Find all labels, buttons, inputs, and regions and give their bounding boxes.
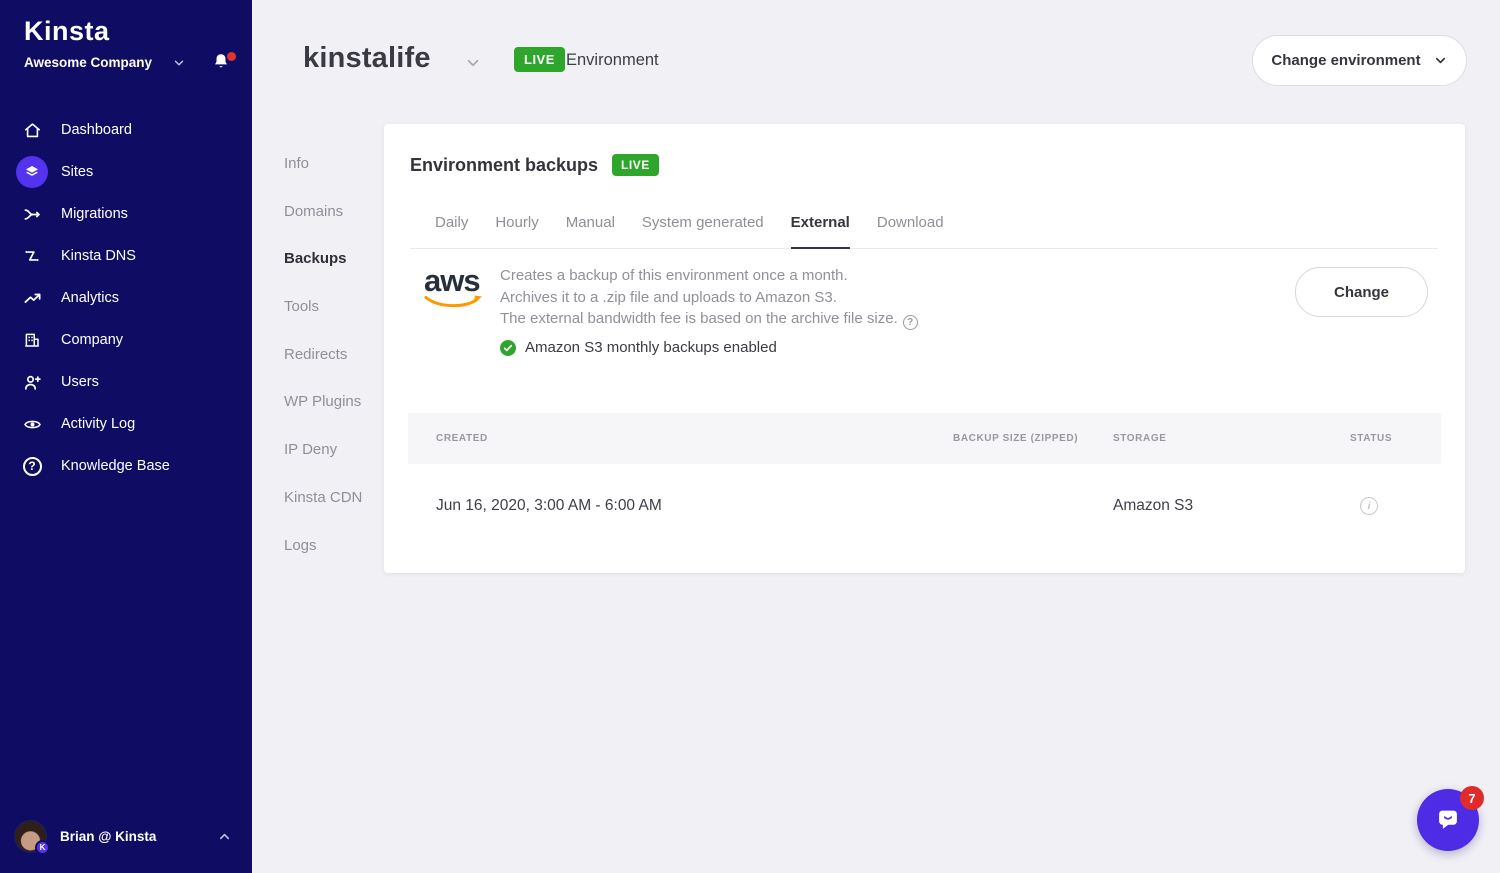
column-header-storage: STORAGE xyxy=(1113,433,1350,444)
notifications-button[interactable] xyxy=(210,50,238,78)
tab-manual[interactable]: Manual xyxy=(566,214,615,249)
layers-icon xyxy=(16,156,48,188)
user-name: Brian @ Kinsta xyxy=(60,829,217,844)
sidebar-item-sites[interactable]: Sites xyxy=(0,151,252,193)
subnav-item-domains[interactable]: Domains xyxy=(284,188,362,236)
tab-download[interactable]: Download xyxy=(877,214,944,249)
help-circle-icon: ? xyxy=(16,450,48,482)
building-icon xyxy=(16,324,48,356)
sidebar-item-label: Kinsta DNS xyxy=(61,248,136,264)
user-menu[interactable]: K Brian @ Kinsta xyxy=(0,811,252,861)
home-icon xyxy=(16,114,48,146)
subnav-item-kinsta-cdn[interactable]: Kinsta CDN xyxy=(284,474,362,522)
aws-description-line: Archives it to a .zip file and uploads t… xyxy=(500,287,918,309)
subnav-item-info[interactable]: Info xyxy=(284,140,362,188)
sidebar-item-label: Users xyxy=(61,374,99,390)
sidebar-item-label: Migrations xyxy=(61,206,128,222)
change-environment-label: Change environment xyxy=(1271,52,1420,69)
info-icon[interactable]: i xyxy=(1360,497,1378,515)
trending-up-icon xyxy=(16,282,48,314)
table-row: Jun 16, 2020, 3:00 AM - 6:00 AM Amazon S… xyxy=(408,464,1441,548)
site-subnav: Info Domains Backups Tools Redirects WP … xyxy=(284,140,362,569)
aws-backup-section: aws Creates a backup of this environment… xyxy=(424,265,918,356)
sidebar-item-label: Sites xyxy=(61,164,93,180)
company-name: Awesome Company xyxy=(24,55,152,70)
subnav-item-logs[interactable]: Logs xyxy=(284,522,362,570)
sidebar-item-label: Company xyxy=(61,332,123,348)
aws-logo-text: aws xyxy=(424,267,482,295)
chat-bubble-icon xyxy=(1433,805,1463,835)
site-switcher-chevron-icon[interactable] xyxy=(464,54,482,72)
live-badge: LIVE xyxy=(514,47,565,72)
sidebar-item-knowledge-base[interactable]: ? Knowledge Base xyxy=(0,445,252,487)
tab-hourly[interactable]: Hourly xyxy=(495,214,538,249)
avatar: K xyxy=(14,820,47,853)
chevron-down-icon xyxy=(1433,53,1448,68)
sidebar-item-label: Dashboard xyxy=(61,122,132,138)
environment-backups-card: Environment backups LIVE Daily Hourly Ma… xyxy=(384,124,1465,573)
subnav-item-redirects[interactable]: Redirects xyxy=(284,331,362,379)
question-glyph: ? xyxy=(28,459,35,473)
environment-label: Environment xyxy=(566,51,659,70)
tab-daily[interactable]: Daily xyxy=(435,214,468,249)
column-header-backup-size: BACKUP SIZE (ZIPPED) xyxy=(953,433,1113,444)
subnav-item-tools[interactable]: Tools xyxy=(284,283,362,331)
column-header-status: STATUS xyxy=(1350,433,1441,444)
cell-storage: Amazon S3 xyxy=(1113,497,1350,515)
tab-external[interactable]: External xyxy=(791,214,850,249)
dns-icon xyxy=(16,240,48,272)
chevron-down-icon xyxy=(172,56,186,70)
sidebar-item-activity-log[interactable]: Activity Log xyxy=(0,403,252,445)
notification-dot xyxy=(227,52,236,61)
card-title: Environment backups xyxy=(410,155,598,176)
subnav-item-ip-deny[interactable]: IP Deny xyxy=(284,426,362,474)
check-circle-icon xyxy=(500,340,516,356)
eye-icon xyxy=(16,408,48,440)
sidebar-item-company[interactable]: Company xyxy=(0,319,252,361)
sidebar: Kinsta Awesome Company Dashboard Sites xyxy=(0,0,252,873)
sidebar-item-label: Activity Log xyxy=(61,416,135,432)
aws-description-line: Creates a backup of this environment onc… xyxy=(500,265,918,287)
subnav-item-wp-plugins[interactable]: WP Plugins xyxy=(284,378,362,426)
chat-unread-badge[interactable]: 7 xyxy=(1460,786,1484,810)
table-header-row: CREATED BACKUP SIZE (ZIPPED) STORAGE STA… xyxy=(408,413,1441,464)
kinsta-badge: K xyxy=(35,840,50,855)
sidebar-item-kinsta-dns[interactable]: Kinsta DNS xyxy=(0,235,252,277)
site-name: kinstalife xyxy=(303,42,431,75)
change-button[interactable]: Change xyxy=(1295,267,1428,317)
sidebar-item-label: Knowledge Base xyxy=(61,458,170,474)
cell-created: Jun 16, 2020, 3:00 AM - 6:00 AM xyxy=(436,497,953,515)
sidebar-item-analytics[interactable]: Analytics xyxy=(0,277,252,319)
backups-table: CREATED BACKUP SIZE (ZIPPED) STORAGE STA… xyxy=(408,413,1441,548)
aws-description-line: The external bandwidth fee is based on t… xyxy=(500,308,918,330)
sidebar-item-dashboard[interactable]: Dashboard xyxy=(0,109,252,151)
live-badge: LIVE xyxy=(612,154,659,176)
subnav-item-backups[interactable]: Backups xyxy=(284,235,362,283)
aws-logo: aws xyxy=(424,265,482,356)
kinsta-logo: Kinsta xyxy=(24,16,110,47)
change-environment-button[interactable]: Change environment xyxy=(1252,35,1467,86)
change-button-label: Change xyxy=(1334,284,1389,301)
help-icon[interactable]: ? xyxy=(903,315,918,330)
user-plus-icon xyxy=(16,366,48,398)
backups-tabs: Daily Hourly Manual System generated Ext… xyxy=(410,214,1438,249)
tab-system-generated[interactable]: System generated xyxy=(642,214,764,249)
backups-enabled-status: Amazon S3 monthly backups enabled xyxy=(525,339,777,356)
company-switcher[interactable]: Awesome Company xyxy=(24,50,234,76)
chevron-up-icon xyxy=(217,829,232,844)
cell-status: i xyxy=(1350,497,1441,515)
sidebar-item-migrations[interactable]: Migrations xyxy=(0,193,252,235)
sidebar-item-users[interactable]: Users xyxy=(0,361,252,403)
migrations-icon xyxy=(16,198,48,230)
sidebar-nav: Dashboard Sites Migrations Kinsta DNS An… xyxy=(0,109,252,487)
sidebar-item-label: Analytics xyxy=(61,290,119,306)
column-header-created: CREATED xyxy=(436,433,953,444)
